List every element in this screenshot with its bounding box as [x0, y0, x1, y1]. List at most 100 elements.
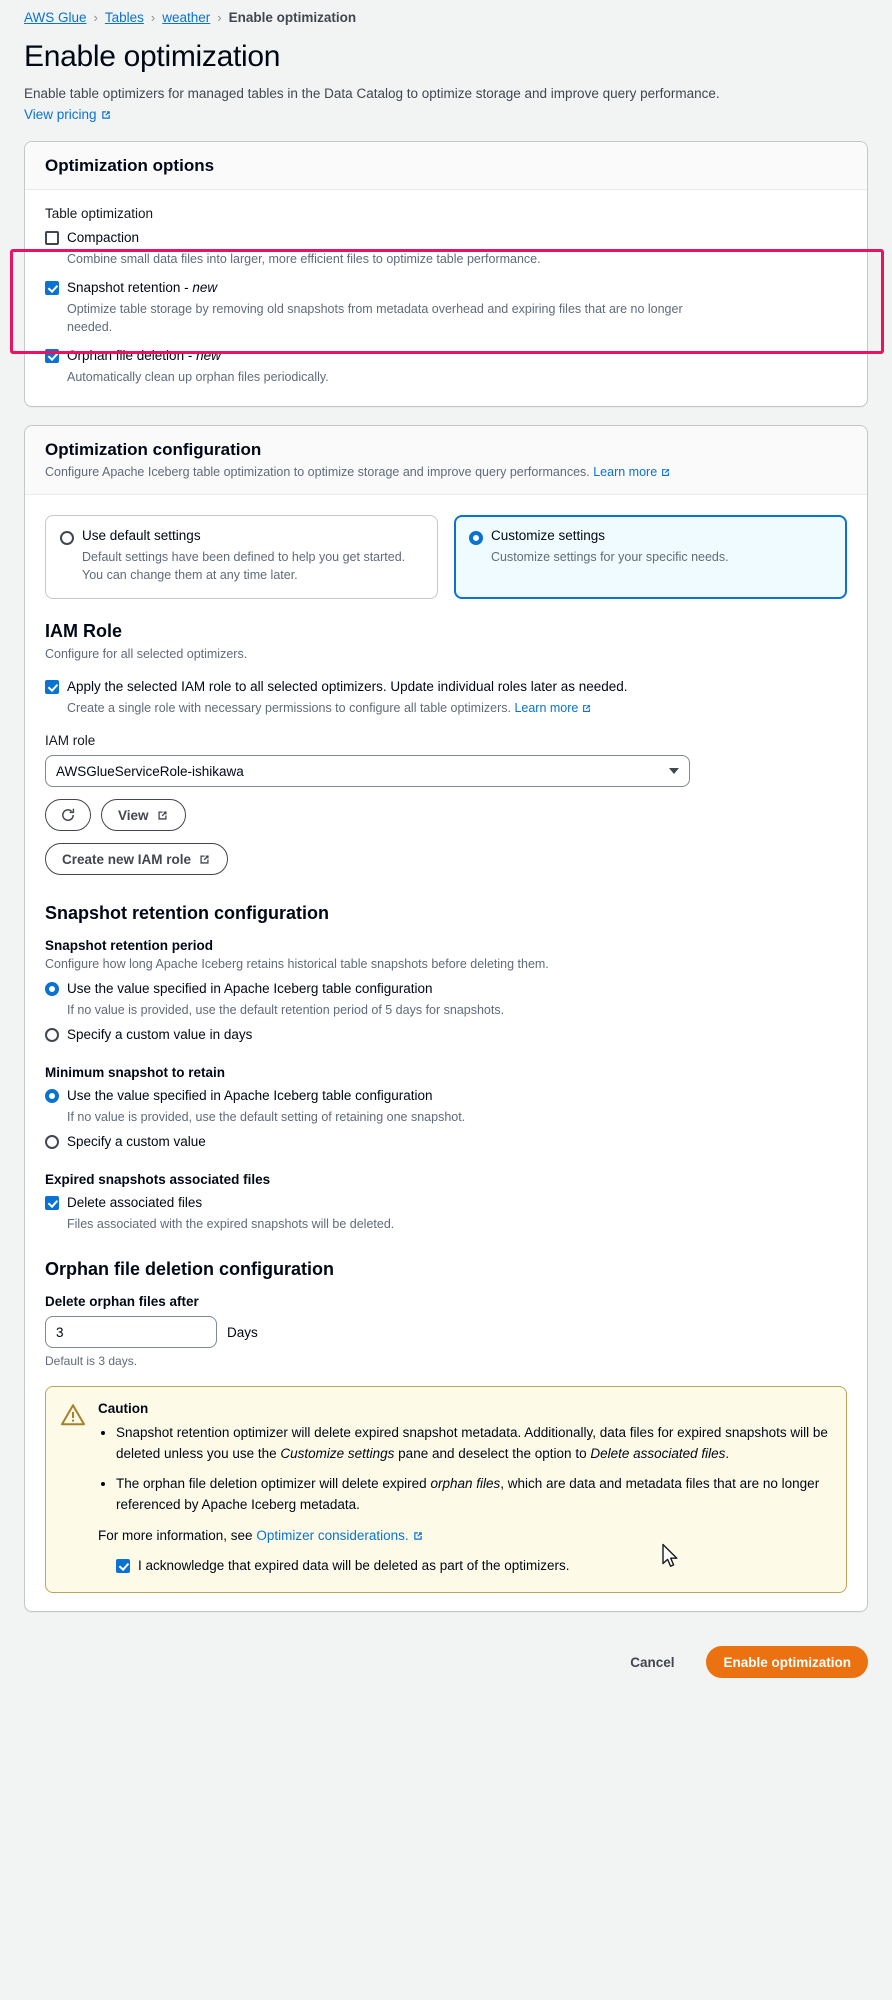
orphan-file-deletion-badge: new: [196, 348, 221, 363]
refresh-iam-roles-button[interactable]: [45, 799, 91, 831]
customize-settings-radio[interactable]: [469, 531, 483, 545]
snapshot-retention-label: Snapshot retention - new: [67, 278, 217, 298]
snapshot-retention-configuration-heading: Snapshot retention configuration: [45, 903, 329, 923]
page-content: AWS Glue › Tables › weather › Enable opt…: [0, 0, 892, 1612]
radio-retention-custom-days[interactable]: Specify a custom value in days: [45, 1025, 847, 1045]
breadcrumb-item-weather[interactable]: weather: [162, 10, 210, 25]
retention-custom-days-radio[interactable]: [45, 1028, 59, 1042]
compaction-label: Compaction: [67, 230, 140, 245]
retention-use-iceberg-description: If no value is provided, use the default…: [67, 1003, 505, 1017]
optimizer-considerations-link[interactable]: Optimizer considerations.: [256, 1528, 423, 1543]
iam-role-select[interactable]: AWSGlueServiceRole-ishikawa: [45, 755, 690, 787]
caution-b2-p1: The orphan file deletion optimizer will …: [116, 1476, 431, 1491]
delete-orphan-files-after-label: Delete orphan files after: [45, 1294, 199, 1309]
enable-optimization-button[interactable]: Enable optimization: [706, 1646, 868, 1678]
apply-iam-role-description-text: Create a single role with necessary perm…: [67, 701, 511, 715]
iam-learn-more-link[interactable]: Learn more: [514, 701, 592, 715]
caution-footer: For more information, see Optimizer cons…: [98, 1525, 830, 1546]
tile-default-head: Use default settings: [60, 528, 423, 545]
chevron-down-icon: [669, 768, 679, 774]
orphan-file-deletion-label-text: Orphan file deletion -: [67, 348, 197, 363]
create-new-iam-role-label: Create new IAM role: [62, 851, 192, 867]
external-link-icon: [101, 111, 110, 119]
snapshot-retention-description: Optimize table storage by removing old s…: [67, 302, 683, 334]
checkbox-apply-iam-role[interactable]: Apply the selected IAM role to all selec…: [45, 677, 847, 697]
radio-retention-use-iceberg-value[interactable]: Use the value specified in Apache Iceber…: [45, 979, 847, 999]
snapshot-retention-checkbox-box[interactable]: [45, 281, 59, 295]
orphan-file-deletion-description: Automatically clean up orphan files peri…: [67, 370, 329, 384]
external-link-icon: [200, 854, 209, 864]
snapshot-retention-period-description: Configure how long Apache Iceberg retain…: [45, 957, 549, 971]
caution-bullet-list: Snapshot retention optimizer will delete…: [98, 1422, 830, 1515]
breadcrumb-item-aws-glue[interactable]: AWS Glue: [24, 10, 87, 25]
checkbox-delete-associated-files[interactable]: Delete associated files: [45, 1193, 847, 1213]
compaction-checkbox-box[interactable]: [45, 231, 59, 245]
orphan-file-deletion-checkbox-box[interactable]: [45, 349, 59, 363]
use-default-settings-radio[interactable]: [60, 531, 74, 545]
breadcrumb-separator-icon: ›: [93, 10, 98, 25]
snapshot-retention-label-text: Snapshot retention -: [67, 280, 193, 295]
page-root: AWS Glue › Tables › weather › Enable opt…: [0, 0, 892, 2000]
delete-orphan-files-after-input[interactable]: [45, 1316, 217, 1348]
optimization-configuration-header: Optimization configuration Configure Apa…: [25, 426, 867, 495]
caution-body: Caution Snapshot retention optimizer wil…: [98, 1401, 830, 1578]
checkbox-snapshot-retention[interactable]: Snapshot retention - new: [45, 278, 847, 298]
page-title: Enable optimization: [24, 40, 281, 73]
view-iam-role-label: View: [118, 807, 149, 823]
optimizer-considerations-label: Optimizer considerations.: [256, 1528, 409, 1543]
optimization-configuration-subtitle-text: Configure Apache Iceberg table optimizat…: [45, 465, 590, 479]
expired-snapshots-label: Expired snapshots associated files: [45, 1172, 271, 1187]
use-default-settings-description: Default settings have been defined to he…: [82, 550, 406, 582]
checkbox-acknowledge-deletion[interactable]: I acknowledge that expired data will be …: [116, 1556, 830, 1576]
snapshot-retention-period-label: Snapshot retention period: [45, 938, 214, 953]
apply-iam-role-checkbox-box[interactable]: [45, 680, 59, 694]
external-link-icon: [413, 1532, 422, 1540]
minimum-use-iceberg-description: If no value is provided, use the default…: [67, 1110, 466, 1124]
optimization-configuration-learn-more-link[interactable]: Learn more: [593, 465, 671, 479]
delete-orphan-files-after-row: Days: [45, 1316, 847, 1348]
page-description: Enable table optimizers for managed tabl…: [24, 83, 724, 125]
caution-footer-text: For more information, see: [98, 1528, 257, 1543]
checkbox-compaction[interactable]: Compaction: [45, 228, 847, 248]
view-iam-role-button[interactable]: View: [101, 799, 186, 831]
minimum-custom-value-label: Specify a custom value: [67, 1134, 206, 1149]
view-pricing-link[interactable]: View pricing: [24, 107, 112, 122]
optimization-options-card: Optimization options Table optimization …: [24, 141, 868, 407]
radio-minimum-use-iceberg-value[interactable]: Use the value specified in Apache Iceber…: [45, 1086, 847, 1106]
tile-use-default-settings[interactable]: Use default settings Default settings ha…: [45, 515, 438, 599]
settings-mode-tiles: Use default settings Default settings ha…: [45, 515, 847, 599]
iam-role-field-label: IAM role: [45, 733, 96, 748]
create-iam-role-actions: Create new IAM role: [45, 843, 847, 875]
delete-associated-files-checkbox-box[interactable]: [45, 1196, 59, 1210]
iam-role-actions: View: [45, 799, 847, 831]
delete-orphan-files-after-hint: Default is 3 days.: [45, 1354, 138, 1368]
delete-associated-files-label: Delete associated files: [67, 1195, 203, 1210]
warning-triangle-icon: [60, 1403, 86, 1578]
use-default-settings-title: Use default settings: [82, 528, 201, 543]
optimization-configuration-subtitle: Configure Apache Iceberg table optimizat…: [45, 463, 847, 481]
optimization-configuration-body: Use default settings Default settings ha…: [25, 495, 867, 1611]
minimum-use-iceberg-radio[interactable]: [45, 1089, 59, 1103]
caution-b2-p2: orphan files: [430, 1476, 501, 1491]
caution-alert: Caution Snapshot retention optimizer wil…: [45, 1386, 847, 1593]
learn-more-label: Learn more: [593, 465, 658, 479]
orphan-file-deletion-configuration-heading: Orphan file deletion configuration: [45, 1259, 335, 1279]
retention-use-iceberg-label: Use the value specified in Apache Iceber…: [67, 981, 433, 996]
tile-customize-settings[interactable]: Customize settings Customize settings fo…: [454, 515, 847, 599]
breadcrumb-item-tables[interactable]: Tables: [105, 10, 144, 25]
optimization-options-header: Optimization options: [25, 142, 867, 190]
iam-learn-more-label: Learn more: [514, 701, 579, 715]
checkbox-orphan-file-deletion[interactable]: Orphan file deletion - new: [45, 346, 847, 366]
cancel-button[interactable]: Cancel: [614, 1646, 690, 1678]
apply-iam-role-label: Apply the selected IAM role to all selec…: [67, 679, 628, 694]
minimum-use-iceberg-label: Use the value specified in Apache Iceber…: [67, 1088, 433, 1103]
iam-role-heading: IAM Role: [45, 621, 123, 641]
retention-use-iceberg-radio[interactable]: [45, 982, 59, 996]
caution-bullet-1: Snapshot retention optimizer will delete…: [116, 1422, 830, 1464]
minimum-custom-value-radio[interactable]: [45, 1135, 59, 1149]
iam-role-description: Configure for all selected optimizers.: [45, 647, 248, 661]
create-new-iam-role-button[interactable]: Create new IAM role: [45, 843, 229, 875]
radio-minimum-custom-value[interactable]: Specify a custom value: [45, 1132, 847, 1152]
caution-b1-p4: Delete associated files: [590, 1446, 726, 1461]
acknowledge-deletion-checkbox-box[interactable]: [116, 1559, 130, 1573]
